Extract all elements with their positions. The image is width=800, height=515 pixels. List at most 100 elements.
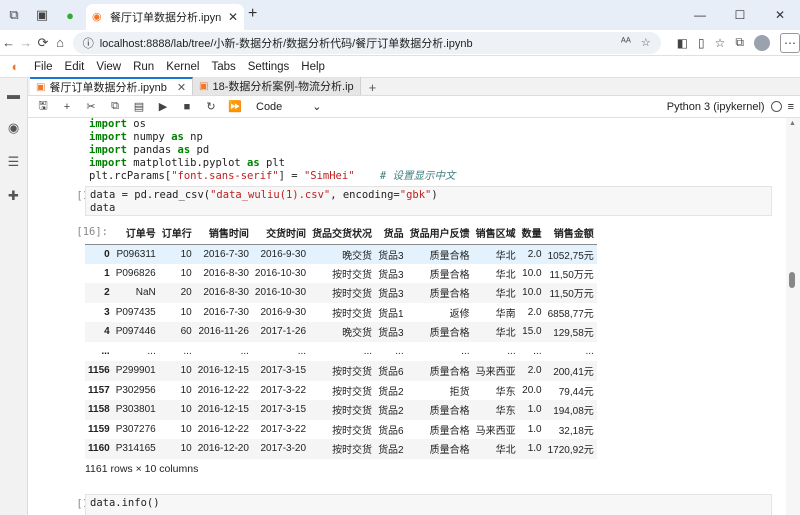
scroll-up-icon[interactable]: ▲ (789, 120, 796, 127)
notebook-icon: ▣ (199, 80, 209, 92)
maximize-button[interactable]: ☐ (720, 0, 760, 30)
code-line: import pandas as pd (89, 144, 210, 156)
menu-view[interactable]: View (90, 61, 127, 73)
table-cell: 质量合格 (429, 328, 470, 340)
forward-icon[interactable]: → (17, 30, 34, 56)
table-cell: 60 (180, 326, 192, 338)
table-cell: ... (363, 345, 373, 357)
jupyter-left-sidebar: ▬ ◉ ☰ ✚ (0, 78, 28, 515)
table-cell: 马来西亚 (475, 367, 516, 379)
table-row: 1160 P314165 10 2016-12-20 2017-3-20 按时交货 货品2 质… (85, 439, 597, 459)
row-index: 0 (104, 248, 110, 260)
jupyter-menu-bar: ◖ File Edit View Run Kernel Tabs Setting… (0, 56, 800, 78)
table-cell: ... (240, 345, 249, 357)
address-bar-row: ← → ⟳ ⌂ ⓘ localhost:8888/lab/tree/小新-数据分… (0, 30, 800, 56)
table-cell: 2016-8-30 (203, 287, 249, 299)
code-editor[interactable]: data = pd.read_csv("data_wuliu(1).csv", … (85, 186, 772, 216)
menu-file[interactable]: File (28, 61, 59, 73)
split-screen-icon[interactable]: ▯ (698, 36, 705, 50)
fast-forward-icon[interactable]: ⏩ (224, 96, 246, 118)
new-tab-button[interactable]: + (248, 5, 257, 23)
close-window-button[interactable]: ✕ (760, 0, 800, 30)
table-cell: 马来西亚 (475, 425, 516, 437)
table-cell: 11,50万元 (549, 269, 594, 281)
menu-tabs[interactable]: Tabs (205, 61, 241, 73)
info-icon[interactable]: ⓘ (83, 35, 94, 51)
cell-type-select[interactable]: Code ⌄ (256, 100, 322, 114)
table-row: 1158 P303801 10 2016-12-15 2017-3-15 按时交货 货品2 质… (85, 400, 597, 420)
table-cell: 10 (180, 404, 192, 416)
close-tab-icon[interactable]: ✕ (228, 10, 238, 24)
refresh-icon[interactable]: ⟳ (34, 30, 51, 56)
menu-help[interactable]: Help (295, 61, 331, 73)
row-index: 1159 (88, 423, 110, 435)
table-cell: 华北 (495, 289, 516, 301)
table-cell: 质量合格 (429, 367, 470, 379)
paste-icon[interactable]: ▤ (128, 96, 150, 118)
table-cell: 货品2 (378, 445, 404, 457)
table-cell: ... (297, 345, 307, 357)
folder-icon[interactable]: ▬ (7, 84, 20, 104)
table-cell: 按时交货 (332, 308, 373, 320)
more-options-icon[interactable]: ⋯ (779, 32, 800, 53)
table-cell: 20.0 (522, 384, 542, 396)
scrollbar-thumb[interactable] (789, 272, 795, 288)
code-editor[interactable]: import os import numpy as np import pand… (85, 118, 772, 182)
table-cell: 华南 (495, 308, 516, 320)
collections-icon[interactable]: ⧉ (735, 35, 744, 50)
table-cell: P097435 (115, 306, 156, 318)
restart-icon[interactable]: ↻ (200, 96, 222, 118)
table-of-contents-icon[interactable]: ☰ (8, 152, 20, 172)
table-cell: 10 (180, 267, 192, 279)
browser-tab-active[interactable]: ◉ 餐厅订单数据分析.ipynb (2) - Jupy ✕ (86, 4, 244, 30)
table-cell: 2016-7-30 (203, 248, 249, 260)
doc-tab-label: 餐厅订单数据分析.ipynb (49, 82, 167, 94)
table-cell: 129,58元 (553, 328, 594, 340)
profile-avatar[interactable] (753, 34, 770, 51)
column-header: 订单行 (158, 222, 195, 245)
pinned-tab-icon[interactable]: ● (56, 0, 84, 30)
kernel-status[interactable]: Python 3 (ipykernel) ≡ (667, 101, 794, 113)
table-row: 1159 P307276 10 2016-12-22 2017-3-22 按时交货 货品6 质… (85, 420, 597, 440)
copy-icon[interactable]: ⧉ (104, 96, 126, 118)
column-header: 订单号 (112, 222, 159, 245)
read-aloud-icon[interactable]: ᴬᴬ (621, 36, 631, 49)
table-cell: 2.0 (527, 306, 542, 318)
menu-hamburger-icon[interactable]: ≡ (788, 101, 794, 113)
run-icon[interactable]: ▶ (152, 96, 174, 118)
running-kernels-icon[interactable]: ◉ (8, 118, 19, 138)
cut-icon[interactable]: ✂ (80, 96, 102, 118)
table-row: 2 NaN 20 2016-8-30 2016-10-30 按时交货 货品3 质量合格 华北 10… (85, 283, 597, 303)
back-icon[interactable]: ← (0, 30, 17, 56)
extension-icon[interactable]: ◧ (677, 36, 688, 50)
home-icon[interactable]: ⌂ (52, 30, 69, 56)
url-field[interactable]: ⓘ localhost:8888/lab/tree/小新-数据分析/数据分析代码… (72, 31, 661, 54)
table-cell: 按时交货 (332, 367, 373, 379)
menu-kernel[interactable]: Kernel (160, 61, 205, 73)
menu-edit[interactable]: Edit (59, 61, 91, 73)
notebook-scrollbar[interactable]: ▲ (786, 118, 800, 515)
table-cell: 2016-12-22 (197, 423, 249, 435)
extensions-puzzle-icon[interactable]: ✚ (8, 186, 19, 206)
doc-tab-inactive[interactable]: ▣ 18-数据分析案例-物流分析.ip (193, 77, 361, 95)
table-cell: 华北 (495, 269, 516, 281)
workspaces-icon[interactable]: ⧉ (0, 0, 28, 30)
new-launcher-button[interactable]: + (361, 80, 385, 95)
table-cell: 10 (180, 423, 192, 435)
table-cell: 2.0 (527, 365, 542, 377)
row-index: 1156 (88, 365, 110, 377)
table-cell: 华东 (495, 386, 516, 398)
menu-run[interactable]: Run (127, 61, 160, 73)
row-index: ... (101, 345, 110, 357)
insert-cell-icon[interactable]: + (56, 96, 78, 118)
stop-icon[interactable]: ■ (176, 96, 198, 118)
menu-settings[interactable]: Settings (242, 61, 296, 73)
favorites-icon[interactable]: ☆ (715, 36, 726, 50)
save-icon[interactable]: 🖫 (32, 96, 54, 118)
close-doc-tab-icon[interactable]: ✕ (177, 81, 186, 94)
code-editor[interactable]: data.info() (85, 494, 772, 515)
minimize-button[interactable]: — (680, 0, 720, 30)
doc-tab-active[interactable]: ▣ 餐厅订单数据分析.ipynb ✕ (30, 77, 194, 95)
tab-actions-icon[interactable]: ▣ (28, 0, 56, 30)
favorite-star-icon[interactable]: ☆ (641, 36, 651, 49)
